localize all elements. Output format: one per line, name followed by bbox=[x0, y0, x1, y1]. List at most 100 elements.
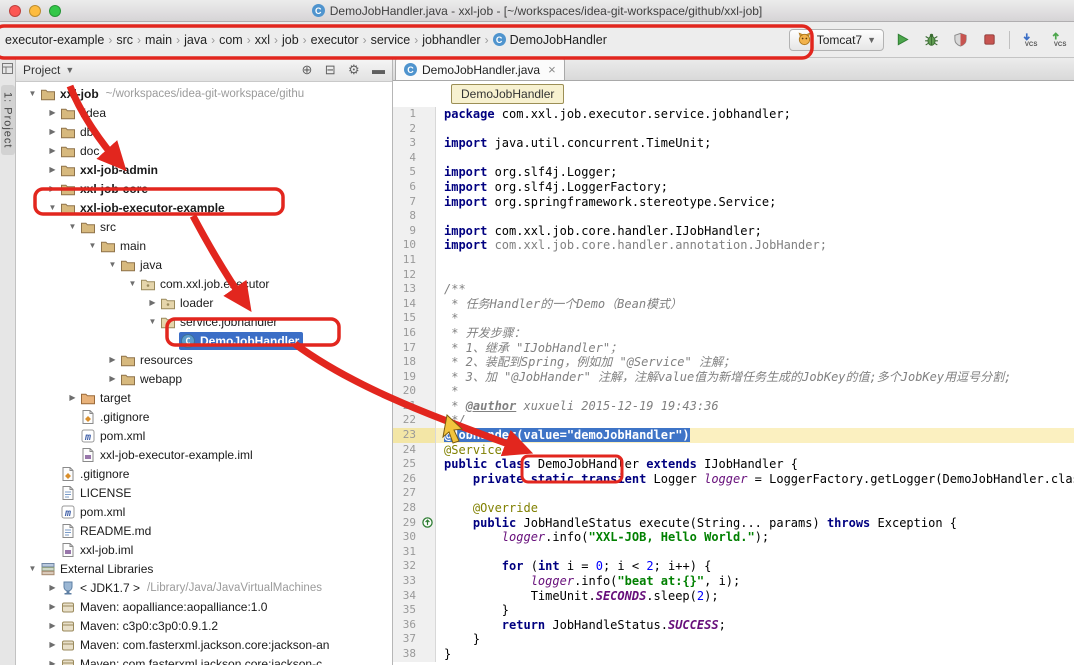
tree-item-maven-com-fasterxml-jackson-core-jackson-c[interactable]: ▶Maven: com.fasterxml.jackson.core:jacks… bbox=[16, 654, 392, 665]
tree-item-gitignore[interactable]: .gitignore bbox=[16, 464, 392, 483]
code-line-30[interactable]: 30 logger.info("XXL-JOB, Hello World."); bbox=[393, 530, 1074, 545]
line-number[interactable]: 11 bbox=[393, 253, 420, 268]
line-number[interactable]: 14 bbox=[393, 297, 420, 312]
tree-item-db[interactable]: ▶db bbox=[16, 122, 392, 141]
code-line-5[interactable]: 5import org.slf4j.Logger; bbox=[393, 165, 1074, 180]
code-line-1[interactable]: 1package com.xxl.job.executor.service.jo… bbox=[393, 107, 1074, 122]
code-line-29[interactable]: 29 public JobHandleStatus execute(String… bbox=[393, 516, 1074, 531]
breadcrumb-item-src[interactable]: src bbox=[113, 31, 136, 49]
line-number[interactable]: 6 bbox=[393, 180, 420, 195]
vcs-update-icon[interactable]: VCS bbox=[1019, 29, 1041, 51]
line-number[interactable]: 3 bbox=[393, 136, 420, 151]
code-line-38[interactable]: 38} bbox=[393, 647, 1074, 662]
code-line-9[interactable]: 9import com.xxl.job.core.handler.IJobHan… bbox=[393, 224, 1074, 239]
line-number[interactable]: 29 bbox=[393, 516, 420, 531]
tree-item-xxl-job-executor-example-iml[interactable]: xxl-job-executor-example.iml bbox=[16, 445, 392, 464]
code-line-15[interactable]: 15 * bbox=[393, 311, 1074, 326]
code-line-8[interactable]: 8 bbox=[393, 209, 1074, 224]
tree-item-target[interactable]: ▶target bbox=[16, 388, 392, 407]
line-number[interactable]: 12 bbox=[393, 268, 420, 283]
coverage-icon[interactable] bbox=[949, 29, 971, 51]
tree-item-maven-aopalliance-aopalliance-1-0[interactable]: ▶Maven: aopalliance:aopalliance:1.0 bbox=[16, 597, 392, 616]
breadcrumb-item-java[interactable]: java bbox=[181, 31, 210, 49]
code-line-28[interactable]: 28 @Override bbox=[393, 501, 1074, 516]
line-number[interactable]: 9 bbox=[393, 224, 420, 239]
code-line-22[interactable]: 22 */ bbox=[393, 413, 1074, 428]
breadcrumb-item-executor-example[interactable]: executor-example bbox=[2, 31, 107, 49]
breadcrumb-item-com[interactable]: com bbox=[216, 31, 246, 49]
line-number[interactable]: 34 bbox=[393, 589, 420, 604]
breadcrumb-item-job[interactable]: job bbox=[279, 31, 302, 49]
line-number[interactable]: 8 bbox=[393, 209, 420, 224]
tree-item-pom-xml[interactable]: mpom.xml bbox=[16, 502, 392, 521]
line-number[interactable]: 35 bbox=[393, 603, 420, 618]
code-line-2[interactable]: 2 bbox=[393, 122, 1074, 137]
tree-expand-icon[interactable]: ▶ bbox=[66, 393, 79, 402]
code-line-13[interactable]: 13/** bbox=[393, 282, 1074, 297]
tree-item-demojobhandler[interactable]: CDemoJobHandler bbox=[16, 331, 392, 350]
code-line-19[interactable]: 19 * 3、加 "@JobHander" 注解，注解value值为新增任务生成… bbox=[393, 370, 1074, 385]
scroll-from-source-icon[interactable]: ⊕ bbox=[302, 62, 313, 77]
line-number[interactable]: 38 bbox=[393, 647, 420, 662]
tree-expand-icon[interactable]: ▶ bbox=[46, 127, 59, 136]
tree-item-com-xxl-job-executor[interactable]: ▼com.xxl.job.executor bbox=[16, 274, 392, 293]
tree-expand-icon[interactable]: ▶ bbox=[106, 355, 119, 364]
line-number[interactable]: 10 bbox=[393, 238, 420, 253]
tree-item-src[interactable]: ▼src bbox=[16, 217, 392, 236]
tree-item-java[interactable]: ▼java bbox=[16, 255, 392, 274]
tree-item-doc[interactable]: ▶doc bbox=[16, 141, 392, 160]
collapse-all-icon[interactable]: ⊟ bbox=[325, 62, 336, 77]
line-number[interactable]: 19 bbox=[393, 370, 420, 385]
tree-expand-icon[interactable]: ▶ bbox=[46, 602, 59, 611]
code-line-10[interactable]: 10import com.xxl.job.core.handler.annota… bbox=[393, 238, 1074, 253]
tree-expand-icon[interactable]: ▼ bbox=[146, 317, 159, 326]
code-line-33[interactable]: 33 logger.info("beat at:{}", i); bbox=[393, 574, 1074, 589]
code-line-35[interactable]: 35 } bbox=[393, 603, 1074, 618]
tree-expand-icon[interactable]: ▶ bbox=[146, 298, 159, 307]
line-number[interactable]: 26 bbox=[393, 472, 420, 487]
line-number[interactable]: 24 bbox=[393, 443, 420, 458]
tree-item-main[interactable]: ▼main bbox=[16, 236, 392, 255]
tree-expand-icon[interactable]: ▶ bbox=[46, 583, 59, 592]
code-line-34[interactable]: 34 TimeUnit.SECONDS.sleep(2); bbox=[393, 589, 1074, 604]
code-line-27[interactable]: 27 bbox=[393, 486, 1074, 501]
breadcrumb-item-xxl[interactable]: xxl bbox=[252, 31, 273, 49]
project-panel-title[interactable]: Project ▼ bbox=[23, 63, 74, 77]
tree-expand-icon[interactable]: ▼ bbox=[66, 222, 79, 231]
code-line-20[interactable]: 20 * bbox=[393, 384, 1074, 399]
tree-item-idea[interactable]: ▶.idea bbox=[16, 103, 392, 122]
tree-expand-icon[interactable]: ▶ bbox=[46, 640, 59, 649]
line-number[interactable]: 15 bbox=[393, 311, 420, 326]
tree-expand-icon[interactable]: ▶ bbox=[46, 621, 59, 630]
tree-expand-icon[interactable]: ▼ bbox=[126, 279, 139, 288]
line-number[interactable]: 22 bbox=[393, 413, 420, 428]
gear-icon[interactable]: ⚙ bbox=[348, 62, 360, 77]
tree-item-loader[interactable]: ▶loader bbox=[16, 293, 392, 312]
code-line-26[interactable]: 26 private static transient Logger logge… bbox=[393, 472, 1074, 487]
line-number[interactable]: 21 bbox=[393, 399, 420, 414]
tree-item-gitignore[interactable]: .gitignore bbox=[16, 407, 392, 426]
tree-item-xxl-job-executor-example[interactable]: ▼xxl-job-executor-example bbox=[16, 198, 392, 217]
tree-item-resources[interactable]: ▶resources bbox=[16, 350, 392, 369]
code-line-16[interactable]: 16 * 开发步骤： bbox=[393, 326, 1074, 341]
tree-expand-icon[interactable]: ▶ bbox=[46, 146, 59, 155]
line-number[interactable]: 1 bbox=[393, 107, 420, 122]
tree-expand-icon[interactable]: ▼ bbox=[46, 203, 59, 212]
line-number[interactable]: 27 bbox=[393, 486, 420, 501]
vcs-commit-icon[interactable]: VCS bbox=[1048, 29, 1070, 51]
code-line-17[interactable]: 17 * 1、继承 "IJobHandler"； bbox=[393, 341, 1074, 356]
line-number[interactable]: 17 bbox=[393, 341, 420, 356]
breadcrumb-item-service[interactable]: service bbox=[368, 31, 414, 49]
tree-expand-icon[interactable]: ▼ bbox=[86, 241, 99, 250]
project-tool-window-button[interactable]: 1: Project bbox=[1, 85, 15, 155]
tree-item-jdk1-7[interactable]: ▶< JDK1.7 >/Library/Java/JavaVirtualMach… bbox=[16, 578, 392, 597]
tree-item-pom-xml[interactable]: mpom.xml bbox=[16, 426, 392, 445]
line-number[interactable]: 25 bbox=[393, 457, 420, 472]
tool-window-grid-icon[interactable] bbox=[2, 61, 13, 79]
code-line-32[interactable]: 32 for (int i = 0; i < 2; i++) { bbox=[393, 559, 1074, 574]
tree-expand-icon[interactable]: ▼ bbox=[26, 89, 39, 98]
tree-expand-icon[interactable]: ▶ bbox=[46, 184, 59, 193]
run-button[interactable] bbox=[891, 29, 913, 51]
line-number[interactable]: 16 bbox=[393, 326, 420, 341]
code-line-12[interactable]: 12 bbox=[393, 268, 1074, 283]
